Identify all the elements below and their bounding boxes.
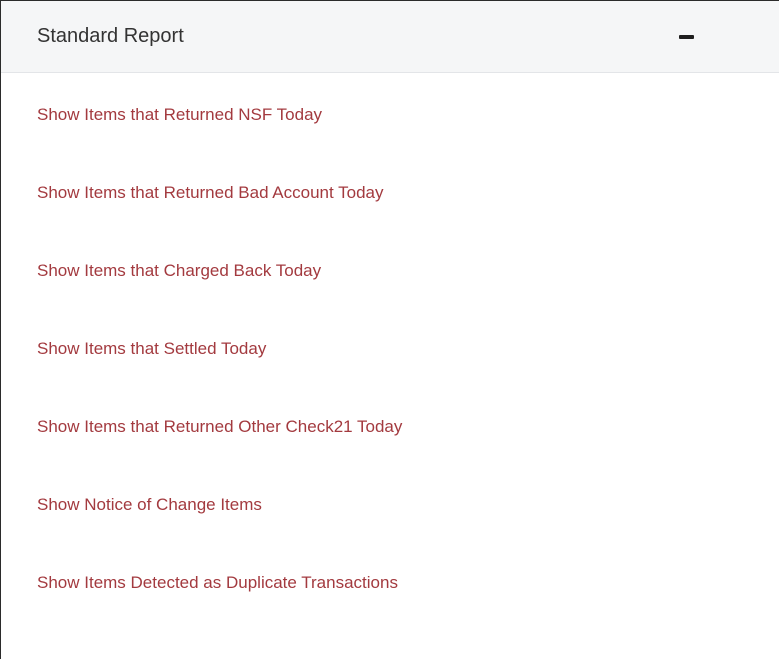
standard-report-panel: Standard Report Show Items that Returned… xyxy=(0,0,779,659)
link-returned-bad-account-today[interactable]: Show Items that Returned Bad Account Tod… xyxy=(37,183,384,203)
panel-header[interactable]: Standard Report xyxy=(1,1,779,73)
link-settled-today[interactable]: Show Items that Settled Today xyxy=(37,339,266,359)
panel-title: Standard Report xyxy=(37,25,184,47)
link-duplicate-transactions[interactable]: Show Items Detected as Duplicate Transac… xyxy=(37,573,398,593)
link-charged-back-today[interactable]: Show Items that Charged Back Today xyxy=(37,261,321,281)
link-returned-other-check21-today[interactable]: Show Items that Returned Other Check21 T… xyxy=(37,417,402,437)
collapse-button[interactable] xyxy=(671,25,701,49)
minus-icon xyxy=(678,35,694,39)
link-returned-nsf-today[interactable]: Show Items that Returned NSF Today xyxy=(37,105,322,125)
link-notice-of-change-items[interactable]: Show Notice of Change Items xyxy=(37,495,262,515)
